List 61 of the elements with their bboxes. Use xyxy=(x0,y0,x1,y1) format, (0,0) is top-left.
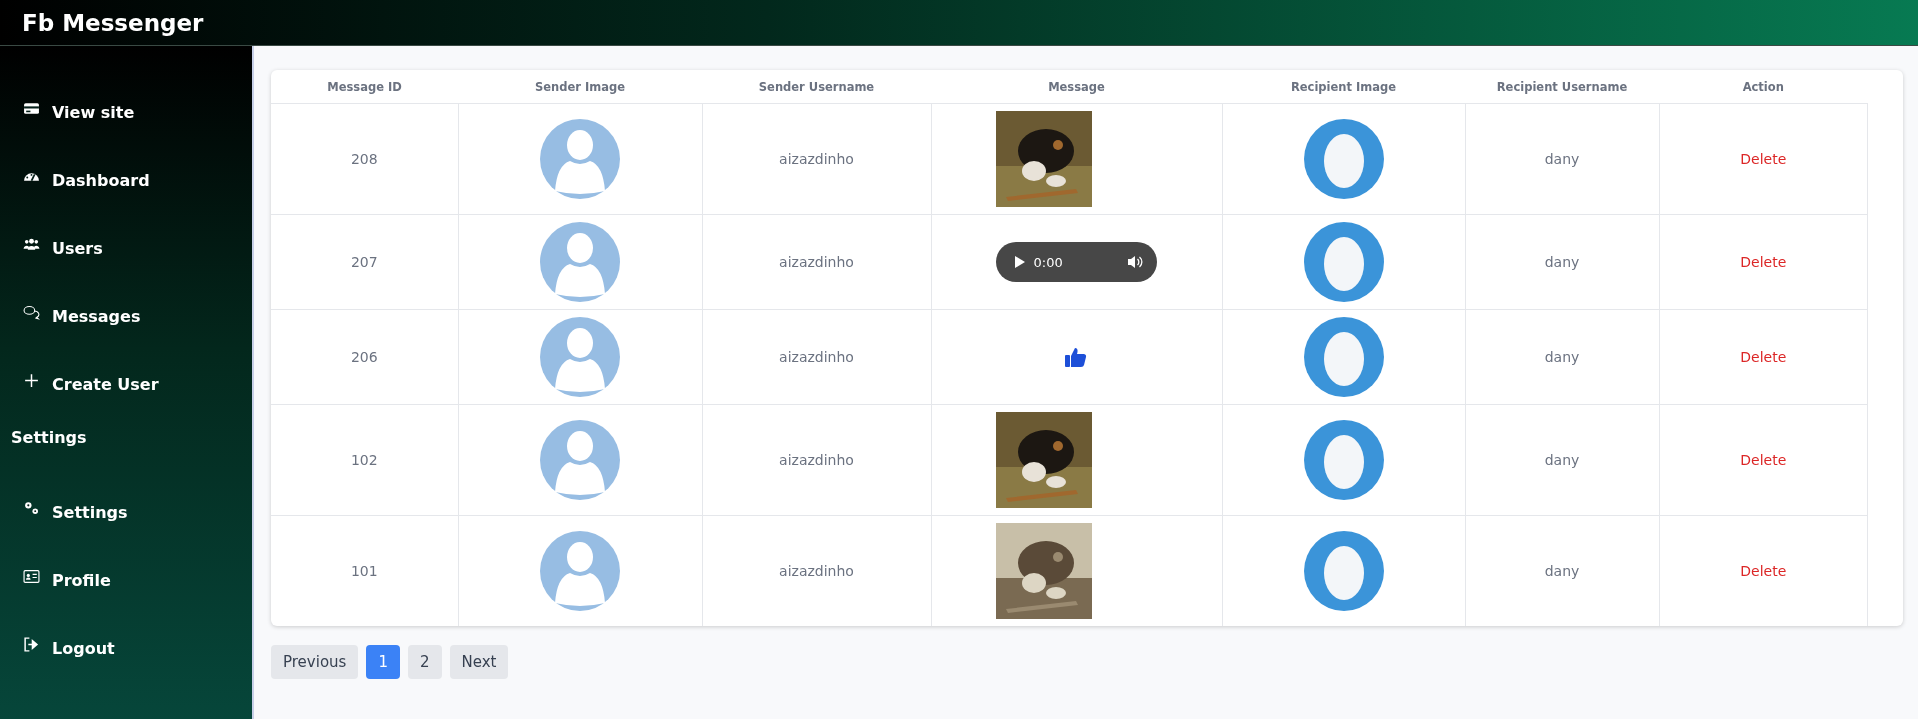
avatar-icon xyxy=(540,317,620,397)
column-header: Recipient Image xyxy=(1222,70,1465,104)
table-cell: 207 xyxy=(350,254,378,270)
sidebar-item[interactable]: Create User xyxy=(0,350,252,418)
table-cell: dany xyxy=(1544,452,1580,468)
table-cell: dany xyxy=(1544,254,1580,270)
column-header: Message xyxy=(931,70,1222,104)
table-cell: aizazdinho xyxy=(779,349,854,365)
table-cell: 101 xyxy=(350,563,378,579)
table-cell: dany xyxy=(1544,151,1580,167)
table-cell: aizazdinho xyxy=(779,452,854,468)
avatar-icon xyxy=(1303,222,1384,302)
table-cell: aizazdinho xyxy=(779,151,854,167)
audio-player[interactable]: 0:00 xyxy=(995,242,1157,282)
sidebar-item[interactable]: View site xyxy=(0,78,252,146)
avatar-icon xyxy=(1303,317,1384,397)
avatar-icon xyxy=(540,531,620,611)
sidebar-item[interactable]: Messages xyxy=(0,282,252,350)
avatar-icon xyxy=(1303,420,1384,500)
sidebar-item[interactable]: Settings xyxy=(0,478,252,546)
delete-link[interactable]: Delete xyxy=(1740,349,1787,365)
avatar-icon xyxy=(540,420,620,500)
next-button[interactable]: Next xyxy=(449,645,509,679)
sidebar-item[interactable]: Users xyxy=(0,214,252,282)
avatar-icon xyxy=(1303,531,1384,611)
table-cell: 206 xyxy=(350,349,378,365)
plus-icon xyxy=(23,371,40,389)
previous-button[interactable]: Previous xyxy=(271,645,359,679)
page-button[interactable]: 2 xyxy=(407,645,442,679)
table-cell: dany xyxy=(1544,349,1580,365)
column-header: Message ID xyxy=(271,70,458,104)
table-cell: 208 xyxy=(350,151,378,167)
thumbs-up-icon xyxy=(1063,345,1088,369)
table-cell: dany xyxy=(1544,563,1580,579)
gears-icon xyxy=(23,499,40,517)
delete-link[interactable]: Delete xyxy=(1740,254,1787,270)
column-header: Sender Username xyxy=(702,70,931,104)
volume-icon[interactable] xyxy=(1126,254,1143,270)
avatar-icon xyxy=(1303,119,1384,199)
delete-link[interactable]: Delete xyxy=(1740,151,1787,167)
table-cell: aizazdinho xyxy=(779,254,854,270)
column-header: Recipient Username xyxy=(1465,70,1659,104)
table-cell: aizazdinho xyxy=(779,563,854,579)
avatar-icon xyxy=(540,119,620,199)
logout-icon xyxy=(23,635,40,653)
sidebar-item[interactable]: Logout xyxy=(0,614,252,682)
delete-link[interactable]: Delete xyxy=(1740,452,1787,468)
id-card-icon xyxy=(23,567,40,585)
table-cell: 102 xyxy=(350,452,378,468)
play-icon[interactable] xyxy=(1013,255,1026,269)
chat-bubbles-icon xyxy=(23,303,40,321)
column-header: Sender Image xyxy=(458,70,702,104)
sidebar-item[interactable]: Profile xyxy=(0,546,252,614)
sidebar-heading: Settings xyxy=(10,427,88,449)
app-title: Fb Messenger xyxy=(22,9,204,36)
avatar-icon xyxy=(540,222,620,302)
delete-link[interactable]: Delete xyxy=(1740,563,1787,579)
page-button[interactable]: 1 xyxy=(366,645,400,679)
sidebar-item[interactable]: Dashboard xyxy=(0,146,252,214)
audio-time: 0:00 xyxy=(1033,254,1064,270)
column-header: Action xyxy=(1659,70,1868,104)
